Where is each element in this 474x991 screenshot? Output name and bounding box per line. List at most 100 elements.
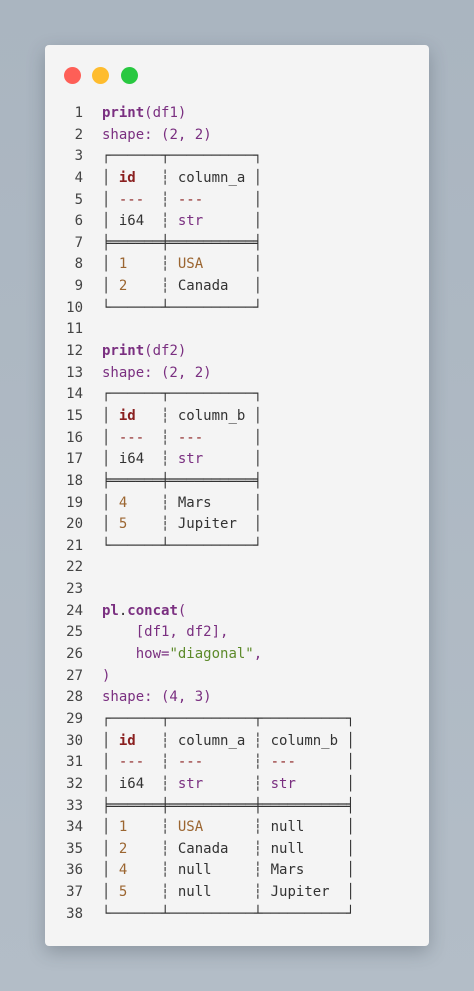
code-token: ┆	[228, 840, 271, 857]
code-token: │	[203, 451, 263, 468]
code-token: │	[245, 169, 263, 186]
code-line: 35 │ 2 ┆ Canada ┆ null │	[45, 839, 429, 861]
line-number: 10	[66, 299, 83, 316]
code-token: i64	[118, 213, 145, 230]
code-line: 8 │ 1 ┆ USA │	[45, 254, 429, 276]
line-number: 16	[66, 429, 83, 446]
code-token: │	[295, 775, 355, 792]
code-token: ┆	[127, 256, 178, 273]
code-token: Mars	[270, 862, 305, 879]
line-number: 4	[74, 169, 83, 186]
code-token: column_b	[270, 732, 339, 749]
line-text: │ i64 ┆ str │	[102, 211, 262, 233]
code-token: │	[102, 256, 119, 273]
code-line: 37 │ 5 ┆ null ┆ Jupiter │	[45, 882, 429, 904]
code-token: )	[102, 667, 111, 684]
line-number: 18	[66, 472, 83, 489]
code-line: 4 │ id ┆ column_a │	[45, 168, 429, 190]
code-token: │	[102, 213, 119, 230]
code-token: ┌──────┬──────────┐	[102, 148, 263, 165]
code-line: 15 │ id ┆ column_b │	[45, 406, 429, 428]
code-token: id	[118, 407, 136, 424]
code-token: ┆	[135, 732, 178, 749]
line-text: )	[102, 666, 110, 688]
code-line: 27)	[45, 666, 429, 688]
line-number: 13	[66, 364, 83, 381]
line-text: │ i64 ┆ str ┆ str │	[102, 774, 355, 796]
code-token: Canada	[177, 278, 229, 295]
code-token: │	[295, 754, 355, 771]
code-token: │	[338, 732, 355, 749]
code-line: 1 print(df1)	[45, 103, 429, 125]
code-token: │	[102, 884, 119, 901]
code-token: column_a	[177, 169, 246, 186]
line-number: 9	[74, 278, 83, 295]
code-token: ┆	[144, 213, 178, 230]
code-token: Mars	[177, 494, 212, 511]
line-number: 27	[66, 667, 83, 684]
code-token: id	[118, 732, 136, 749]
line-number: 36	[66, 862, 83, 879]
code-token: (	[177, 602, 187, 619]
code-token: shape: (4, 3)	[102, 689, 212, 706]
line-text: │ id ┆ column_a │	[102, 168, 262, 190]
line-text: │ id ┆ column_a ┆ column_b │	[102, 731, 355, 753]
code-line: 23	[45, 579, 429, 601]
line-text: shape: (2, 2)	[102, 363, 212, 385]
code-token: pl	[102, 602, 119, 619]
code-token: str	[177, 451, 204, 468]
line-text: ╞══════╪══════════╡	[102, 233, 262, 255]
line-number: 28	[66, 689, 83, 706]
line-text: │ id ┆ column_b │	[102, 406, 262, 428]
code-token: │	[102, 840, 119, 857]
line-text: │ --- ┆ --- │	[102, 190, 262, 212]
line-number: 5	[74, 191, 83, 208]
code-token: ┌──────┬──────────┐	[102, 386, 263, 403]
code-line: 3 ┌──────┬──────────┐	[45, 146, 429, 168]
code-token: )	[203, 126, 212, 143]
line-text: pl.concat(	[102, 601, 186, 623]
code-line: 7 ╞══════╪══════════╡	[45, 233, 429, 255]
line-text: ┌──────┬──────────┬──────────┐	[102, 709, 355, 731]
line-number: 11	[66, 321, 83, 338]
code-line: 11	[45, 319, 429, 341]
line-text: [df1, df2],	[102, 622, 229, 644]
code-token: ┆	[127, 494, 178, 511]
line-number: 12	[66, 343, 83, 360]
code-line: 31 │ --- ┆ --- ┆ --- │	[45, 752, 429, 774]
close-button[interactable]	[64, 67, 81, 84]
code-token: │	[102, 862, 119, 879]
line-number: 32	[66, 775, 83, 792]
line-number: 19	[66, 494, 83, 511]
code-line: 38 └──────┴──────────┴──────────┘	[45, 904, 429, 926]
code-token: Canada	[177, 840, 229, 857]
code-token: │	[102, 775, 119, 792]
line-number: 8	[74, 256, 83, 273]
code-token: ┆	[144, 775, 178, 792]
code-line: 12 print(df2)	[45, 341, 429, 363]
code-token: print	[102, 343, 145, 360]
code-token: ┆	[203, 775, 271, 792]
code-token: │	[236, 516, 263, 533]
code-token: │	[304, 862, 355, 879]
code-token: │	[102, 278, 119, 295]
code-line: 32 │ i64 ┆ str ┆ str │	[45, 774, 429, 796]
minimize-button[interactable]	[92, 67, 109, 84]
code-token: ┆	[144, 754, 178, 771]
line-number: 23	[66, 581, 83, 598]
code-token: ---	[118, 429, 145, 446]
line-number: 2	[74, 126, 83, 143]
code-token: null	[270, 840, 305, 857]
code-line: 21 └──────┴──────────┘	[45, 536, 429, 558]
code-token: ┆	[127, 819, 178, 836]
zoom-button[interactable]	[121, 67, 138, 84]
code-token: ,	[177, 126, 195, 143]
code-token: ┆	[203, 754, 271, 771]
code-token: (df1)	[144, 105, 187, 121]
code-token: │	[102, 516, 119, 533]
line-number: 31	[66, 754, 83, 771]
line-text: print(df1)	[102, 103, 186, 125]
line-number: 35	[66, 840, 83, 857]
code-token: Jupiter	[270, 884, 330, 901]
code-line: 2 shape: (2, 2)	[45, 125, 429, 147]
